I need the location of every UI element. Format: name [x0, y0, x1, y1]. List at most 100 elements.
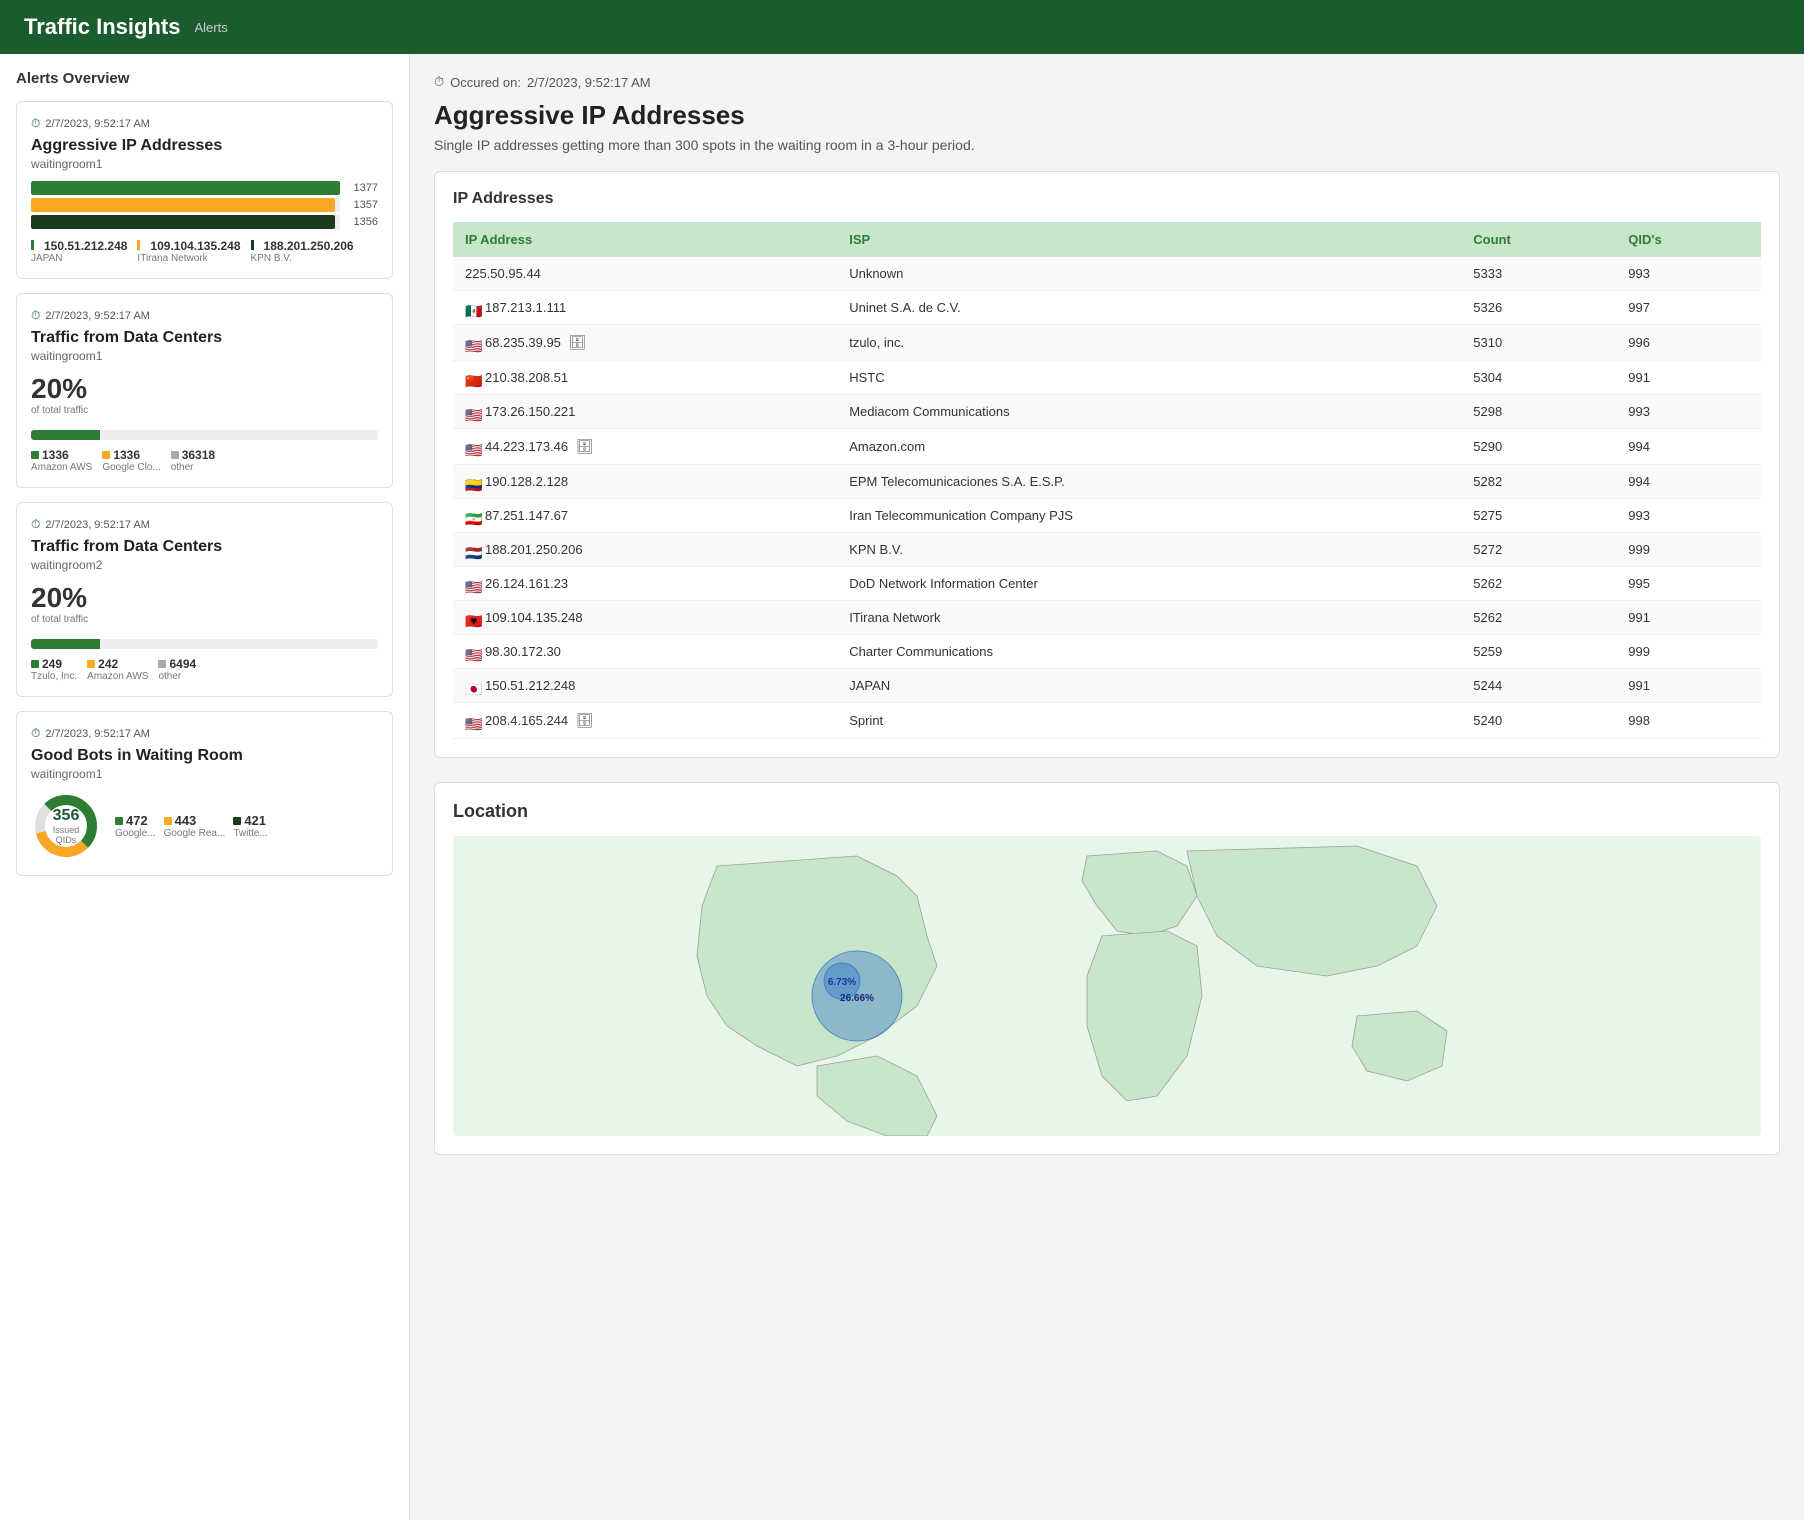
map-bubble-label-2: 26.66%	[840, 993, 874, 1004]
cell-isp-9: DoD Network Information Center	[837, 567, 1461, 601]
donut-leg-1: 472 Google...	[115, 813, 156, 839]
alert-card-traffic-dc2[interactable]: ⏱ 2/7/2023, 9:52:17 AM Traffic from Data…	[16, 502, 393, 697]
cell-qids-3: 991	[1616, 361, 1761, 395]
cell-ip-2: 🇺🇸68.235.39.95 🗄	[453, 325, 837, 361]
leg-item-1: 150.51.212.248 JAPAN	[31, 239, 127, 264]
card3-legend: 249 Tzulo, Inc. 242 Amazon AWS 6494 othe…	[31, 657, 378, 682]
app-header: Traffic Insights Alerts	[0, 0, 1804, 54]
table-row: 🇯🇵150.51.212.248JAPAN5244991	[453, 669, 1761, 703]
card2-bar-track	[31, 430, 378, 440]
table-row: 225.50.95.44Unknown5333993	[453, 257, 1761, 291]
alert-card-aggressive-ip[interactable]: ⏱ 2/7/2023, 9:52:17 AM Aggressive IP Add…	[16, 101, 393, 279]
table-row: 🇳🇱188.201.250.206KPN B.V.5272999	[453, 533, 1761, 567]
cell-count-8: 5272	[1461, 533, 1616, 567]
flag-icon: 🇺🇸	[465, 579, 481, 590]
bar-row-1: 1377	[31, 181, 378, 195]
cell-ip-4: 🇺🇸173.26.150.221	[453, 395, 837, 429]
card3-title: Traffic from Data Centers	[31, 538, 378, 556]
card3-bar-track	[31, 639, 378, 649]
cell-qids-8: 999	[1616, 533, 1761, 567]
leg-color-2	[137, 240, 147, 250]
cell-count-3: 5304	[1461, 361, 1616, 395]
flag-icon: 🇮🇷	[465, 511, 481, 522]
clock-icon-main: ⏱	[434, 74, 444, 90]
col-count: Count	[1461, 222, 1616, 257]
bar-row-2: 1357	[31, 198, 378, 212]
flag-icon: 🇦🇱	[465, 613, 481, 624]
cell-qids-7: 993	[1616, 499, 1761, 533]
table-row: 🇺🇸26.124.161.23DoD Network Information C…	[453, 567, 1761, 601]
ip-table-card: IP Addresses IP Address ISP Count QID's …	[434, 171, 1780, 758]
map-container: 6.73% 26.66%	[453, 836, 1761, 1136]
bar-fill-2	[31, 198, 335, 212]
cell-ip-8: 🇳🇱188.201.250.206	[453, 533, 837, 567]
leg2-dot-1	[31, 451, 39, 459]
card2-bar-fill	[31, 430, 100, 440]
bar-fill-3	[31, 215, 335, 229]
donut-chart: 356 Issued QIDs	[31, 791, 101, 861]
cell-count-6: 5282	[1461, 465, 1616, 499]
card1-timestamp: ⏱ 2/7/2023, 9:52:17 AM	[31, 116, 378, 131]
table-title: IP Addresses	[453, 190, 1761, 208]
alert-card-good-bots[interactable]: ⏱ 2/7/2023, 9:52:17 AM Good Bots in Wait…	[16, 711, 393, 876]
cell-isp-7: Iran Telecommunication Company PJS	[837, 499, 1461, 533]
cell-isp-8: KPN B.V.	[837, 533, 1461, 567]
card2-legend: 1336 Amazon AWS 1336 Google Clo... 36318…	[31, 448, 378, 473]
clock-icon: ⏱	[31, 116, 40, 131]
app-title: Traffic Insights	[24, 14, 180, 40]
col-ip: IP Address	[453, 222, 837, 257]
cell-count-2: 5310	[1461, 325, 1616, 361]
leg-item-3: 188.201.250.206 KPN B.V.	[251, 239, 354, 264]
db-icon: 🗄	[576, 712, 594, 728]
flag-icon: 🇺🇸	[465, 407, 481, 418]
flag-icon: 🇺🇸	[465, 647, 481, 658]
cell-count-0: 5333	[1461, 257, 1616, 291]
cell-ip-12: 🇯🇵150.51.212.248	[453, 669, 837, 703]
leg2-item-3: 36318 other	[171, 448, 215, 473]
cell-qids-10: 991	[1616, 601, 1761, 635]
leg3-dot-2	[87, 660, 95, 668]
db-icon: 🗄	[569, 334, 587, 350]
cell-ip-6: 🇨🇴190.128.2.128	[453, 465, 837, 499]
sidebar-title: Alerts Overview	[16, 70, 393, 87]
sidebar: Alerts Overview ⏱ 2/7/2023, 9:52:17 AM A…	[0, 54, 410, 1520]
cell-ip-11: 🇺🇸98.30.172.30	[453, 635, 837, 669]
card4-donut-row: 356 Issued QIDs 472 Google... 443 Google…	[31, 791, 378, 861]
cell-ip-7: 🇮🇷87.251.147.67	[453, 499, 837, 533]
leg-color-1	[31, 240, 41, 250]
cell-count-1: 5326	[1461, 291, 1616, 325]
card2-timestamp: ⏱ 2/7/2023, 9:52:17 AM	[31, 308, 378, 323]
alert-card-traffic-dc1[interactable]: ⏱ 2/7/2023, 9:52:17 AM Traffic from Data…	[16, 293, 393, 488]
table-header-row: IP Address ISP Count QID's	[453, 222, 1761, 257]
cell-ip-1: 🇲🇽187.213.1.111	[453, 291, 837, 325]
leg2-dot-2	[102, 451, 110, 459]
flag-icon: 🇨🇳	[465, 373, 481, 384]
card2-title: Traffic from Data Centers	[31, 329, 378, 347]
table-row: 🇺🇸208.4.165.244 🗄Sprint5240998	[453, 703, 1761, 739]
donut-dot-3	[233, 817, 241, 825]
table-row: 🇺🇸173.26.150.221Mediacom Communications5…	[453, 395, 1761, 429]
cell-count-10: 5262	[1461, 601, 1616, 635]
cell-count-11: 5259	[1461, 635, 1616, 669]
card1-room: waitingroom1	[31, 157, 378, 171]
cell-qids-9: 995	[1616, 567, 1761, 601]
cell-isp-10: ITirana Network	[837, 601, 1461, 635]
flag-icon: 🇺🇸	[465, 338, 481, 349]
donut-dot-2	[164, 817, 172, 825]
db-icon: 🗄	[576, 438, 594, 454]
cell-count-7: 5275	[1461, 499, 1616, 533]
flag-icon: 🇲🇽	[465, 303, 481, 314]
leg3-dot-3	[158, 660, 166, 668]
cell-count-4: 5298	[1461, 395, 1616, 429]
cell-qids-11: 999	[1616, 635, 1761, 669]
leg2-item-1: 1336 Amazon AWS	[31, 448, 92, 473]
donut-leg-2: 443 Google Rea...	[164, 813, 226, 839]
card4-timestamp: ⏱ 2/7/2023, 9:52:17 AM	[31, 726, 378, 741]
card2-room: waitingroom1	[31, 349, 378, 363]
bar-track-1	[31, 181, 340, 195]
bar-row-3: 1356	[31, 215, 378, 229]
occurred-time: 2/7/2023, 9:52:17 AM	[527, 75, 651, 90]
bar-val-2: 1357	[346, 199, 378, 211]
cell-isp-11: Charter Communications	[837, 635, 1461, 669]
cell-ip-5: 🇺🇸44.223.173.46 🗄	[453, 429, 837, 465]
